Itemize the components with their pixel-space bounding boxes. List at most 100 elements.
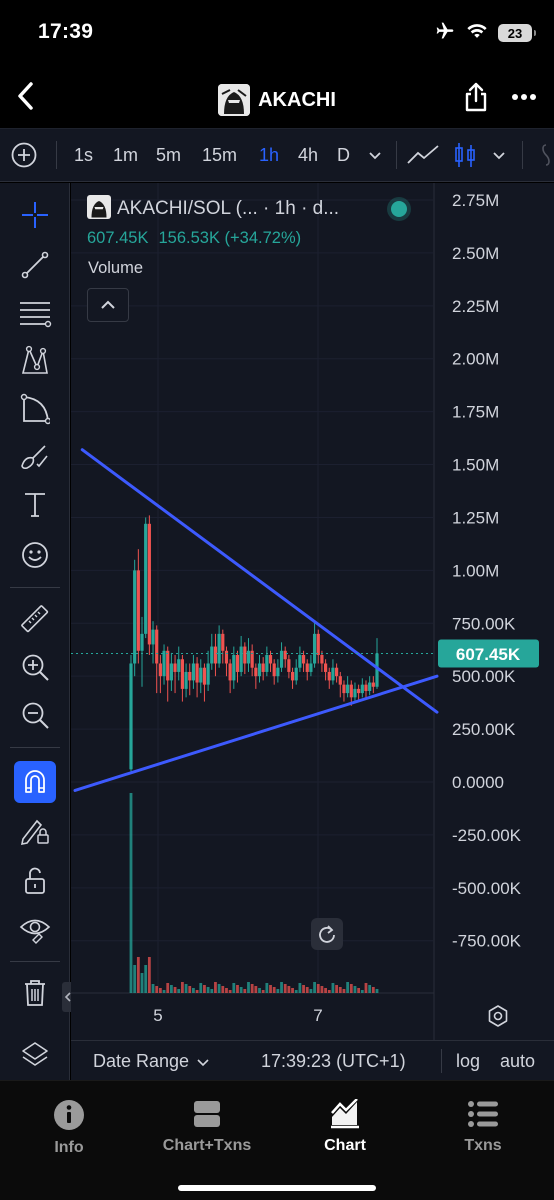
candle-body	[360, 684, 364, 694]
ruler-measure-tool-icon[interactable]	[13, 597, 57, 641]
interval-1s[interactable]: 1s	[74, 129, 93, 181]
candle-body	[155, 629, 159, 664]
tab-chart-txns[interactable]: Chart+Txns	[138, 1099, 276, 1159]
lock-drawings-pencil-icon[interactable]	[13, 809, 57, 853]
chart-area[interactable]: 2.75M 2.50M 2.25M 2.00M 1.75M 1.50M 1.25M 1.00M…	[71, 183, 554, 1040]
info-icon	[54, 1100, 84, 1130]
timezone-clock[interactable]: 17:39:23 (UTC+1)	[261, 1051, 406, 1072]
log-scale-toggle[interactable]: log	[456, 1051, 480, 1072]
volume-bar	[258, 988, 261, 993]
candle-body	[268, 655, 273, 664]
candle-body	[158, 663, 162, 677]
battery-icon: 23	[498, 24, 536, 42]
add-symbol-button[interactable]	[10, 129, 38, 181]
candle-body	[338, 676, 342, 685]
text-tool-icon[interactable]	[13, 483, 57, 527]
zoom-out-icon[interactable]	[13, 693, 57, 737]
split-view-icon	[194, 1101, 220, 1127]
magnet-mode-icon[interactable]	[14, 761, 56, 803]
volume-bar	[357, 988, 361, 993]
candle-body	[246, 650, 251, 664]
brush-tool-icon[interactable]	[13, 435, 57, 479]
status-time: 17:39	[38, 20, 94, 43]
reset-chart-button[interactable]	[311, 918, 343, 950]
volume-bar	[305, 987, 309, 993]
back-button[interactable]	[8, 78, 44, 114]
price-axis-label: 1.50M	[452, 456, 499, 475]
candle-body	[305, 663, 309, 672]
volume-bar	[228, 990, 232, 993]
info-bar-divider	[441, 1049, 442, 1073]
interval-1m[interactable]: 1m	[113, 129, 138, 181]
volume-bar	[254, 986, 258, 993]
interval-d[interactable]: D	[337, 129, 350, 181]
volume-bar	[294, 990, 298, 993]
volume-bar	[371, 987, 375, 993]
volume-bar	[239, 987, 243, 993]
object-tree-layers-icon[interactable]	[13, 1033, 57, 1077]
fib-retracement-tool-icon[interactable]	[13, 291, 57, 335]
candle-body	[316, 633, 320, 656]
toolbar-divider	[396, 141, 397, 169]
crosshair-tool-icon[interactable]	[13, 193, 57, 237]
last-price-label: 607.45K	[456, 645, 521, 664]
volume-bar	[338, 987, 342, 993]
candle-body	[272, 663, 276, 677]
tab-info[interactable]: Info	[0, 1099, 138, 1159]
collapse-legend-button[interactable]	[87, 288, 129, 322]
trend-line-tool-icon[interactable]	[13, 243, 57, 287]
tab-chart-label: Chart	[324, 1137, 366, 1154]
date-range-button[interactable]: Date Range	[93, 1051, 209, 1072]
price-chart: 2.75M 2.50M 2.25M 2.00M 1.75M 1.50M 1.25M 1.00M…	[71, 183, 539, 1040]
tab-txns[interactable]: Txns	[414, 1099, 552, 1159]
auto-scale-toggle[interactable]: auto	[500, 1051, 535, 1072]
volume-bar	[140, 973, 144, 993]
volume-bar	[353, 986, 357, 993]
interval-1h[interactable]: 1h	[259, 129, 279, 181]
more-options-button[interactable]	[508, 82, 540, 112]
zoom-in-icon[interactable]	[13, 645, 57, 689]
price-axis-label: 1.00M	[452, 561, 499, 580]
chart-settings-gear-icon[interactable]	[484, 1002, 512, 1030]
candle-body	[312, 633, 317, 664]
tab-chart[interactable]: Chart	[276, 1099, 414, 1159]
legend-change: 156.53K (+34.72%)	[158, 229, 302, 247]
candle-body	[323, 663, 328, 672]
arc-shape-tool-icon[interactable]	[13, 387, 57, 431]
interval-5m[interactable]: 5m	[156, 129, 181, 181]
candle-body	[232, 655, 236, 681]
share-button[interactable]	[460, 80, 492, 114]
volume-bar	[136, 957, 140, 993]
candle-body	[221, 633, 225, 651]
price-axis-label: 2.25M	[452, 297, 499, 316]
drawing-toolbar-divider	[10, 961, 60, 962]
emoji-tool-icon[interactable]	[13, 533, 57, 577]
volume-bar	[155, 986, 159, 993]
price-axis-label: -750.00K	[452, 932, 522, 951]
candle-body	[331, 667, 335, 681]
airplane-mode-icon	[434, 21, 456, 46]
candle-body	[210, 646, 214, 664]
list-icon	[468, 1101, 498, 1127]
volume-bar	[151, 984, 155, 993]
chart-type-dropdown-button[interactable]	[492, 129, 506, 181]
xabcd-pattern-tool-icon[interactable]	[13, 339, 57, 383]
candle-body	[371, 682, 375, 687]
price-axis-label: -250.00K	[452, 826, 522, 845]
volume-bar	[147, 957, 151, 993]
trash-icon[interactable]	[13, 971, 57, 1015]
trend-line	[73, 674, 439, 792]
interval-dropdown-button[interactable]	[368, 129, 382, 181]
unlock-icon[interactable]	[13, 859, 57, 903]
interval-15m[interactable]: 15m	[202, 129, 237, 181]
candle-body	[224, 650, 229, 664]
token-logo-icon	[87, 194, 111, 224]
volume-indicator-label[interactable]: Volume	[88, 259, 143, 278]
indicators-icon[interactable]	[538, 129, 554, 181]
hide-drawings-eye-icon[interactable]	[13, 907, 57, 951]
legend-symbol-title[interactable]: AKACHI/SOL (... · 1h · d...	[117, 198, 339, 220]
candlestick-chart-type-icon[interactable]	[453, 129, 477, 181]
line-chart-type-icon[interactable]	[406, 129, 440, 181]
interval-4h[interactable]: 4h	[298, 129, 318, 181]
chart-legend: AKACHI/SOL (... · 1h · d...	[87, 194, 339, 224]
